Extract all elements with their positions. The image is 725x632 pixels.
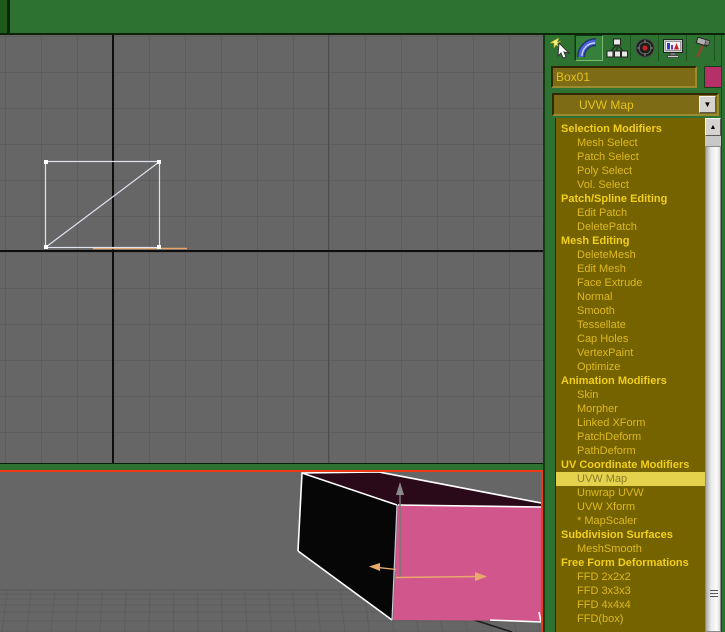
box-face-right[interactable] bbox=[393, 505, 541, 621]
modifier-item[interactable]: Tessellate bbox=[556, 318, 705, 332]
modifier-category-header[interactable]: Free Form Deformations bbox=[556, 556, 705, 570]
object-name-input[interactable] bbox=[551, 66, 697, 88]
modifier-dropdown[interactable]: UVW Map ▼ bbox=[552, 93, 719, 116]
hierarchy-icon bbox=[605, 37, 629, 59]
dropdown-arrow-button[interactable]: ▼ bbox=[699, 96, 716, 113]
modifier-item[interactable]: PatchDeform bbox=[556, 430, 705, 444]
tab-create[interactable] bbox=[547, 35, 575, 61]
tab-modify[interactable] bbox=[575, 35, 603, 61]
modifier-item[interactable]: Skin bbox=[556, 388, 705, 402]
create-icon bbox=[549, 37, 573, 59]
tab-display[interactable] bbox=[659, 35, 687, 61]
modifier-item[interactable]: Patch Select bbox=[556, 150, 705, 164]
toolbar-left-strip bbox=[0, 0, 7, 33]
utilities-icon bbox=[689, 37, 713, 59]
tab-utilities[interactable] bbox=[687, 35, 715, 61]
modifier-item[interactable]: Mesh Select bbox=[556, 136, 705, 150]
display-icon bbox=[661, 37, 685, 59]
vertex-tick bbox=[44, 245, 48, 249]
modifier-item[interactable]: Face Extrude bbox=[556, 276, 705, 290]
app-window: UVW Map ▼ Selection ModifiersMesh Select… bbox=[0, 0, 725, 632]
modifier-item[interactable]: UVW Map bbox=[556, 472, 705, 486]
modifier-item[interactable]: VertexPaint bbox=[556, 346, 705, 360]
modifier-item[interactable]: UVW Xform bbox=[556, 500, 705, 514]
modifier-category-header[interactable]: Selection Modifiers bbox=[556, 122, 705, 136]
motion-icon bbox=[633, 37, 657, 59]
modifier-item[interactable]: Cap Holes bbox=[556, 332, 705, 346]
vertex-tick bbox=[157, 160, 161, 164]
chevron-up-icon: ▲ bbox=[710, 124, 717, 131]
box-wireframe-diagonal bbox=[46, 162, 159, 247]
perspective-scene bbox=[0, 472, 541, 632]
scrollbar-up-button[interactable]: ▲ bbox=[705, 118, 721, 136]
modifier-item[interactable]: Unwrap UVW bbox=[556, 486, 705, 500]
modifier-item[interactable]: Poly Select bbox=[556, 164, 705, 178]
command-panel-tabs bbox=[547, 35, 719, 62]
object-name-row bbox=[551, 66, 725, 88]
scrollbar-thumb[interactable] bbox=[705, 146, 721, 632]
viewport-perspective-active[interactable] bbox=[0, 470, 543, 632]
modifier-category-header[interactable]: Animation Modifiers bbox=[556, 374, 705, 388]
modifier-list: Selection ModifiersMesh SelectPatch Sele… bbox=[555, 118, 705, 632]
modify-icon bbox=[577, 37, 601, 59]
modifier-item[interactable]: FFD 4x4x4 bbox=[556, 598, 705, 612]
chevron-down-icon: ▼ bbox=[704, 100, 712, 109]
toolbar-left-divider bbox=[7, 0, 10, 33]
modifier-item[interactable]: Normal bbox=[556, 290, 705, 304]
modifier-item[interactable]: Vol. Select bbox=[556, 178, 705, 192]
modifier-item[interactable]: FFD 3x3x3 bbox=[556, 584, 705, 598]
object-color-swatch[interactable] bbox=[704, 66, 722, 88]
modifier-item[interactable]: Linked XForm bbox=[556, 416, 705, 430]
modifier-item[interactable]: DeleteMesh bbox=[556, 248, 705, 262]
gizmo-x-axis[interactable] bbox=[396, 577, 478, 578]
modifier-item[interactable]: Edit Patch bbox=[556, 206, 705, 220]
tab-hierarchy[interactable] bbox=[603, 35, 631, 61]
modifier-list-scrollbar[interactable]: ▲ bbox=[705, 118, 721, 632]
vertex-tick bbox=[157, 245, 161, 249]
tab-motion[interactable] bbox=[631, 35, 659, 61]
modifier-item[interactable]: DeletePatch bbox=[556, 220, 705, 234]
modifier-item[interactable]: Edit Mesh bbox=[556, 262, 705, 276]
modifier-item[interactable]: PathDeform bbox=[556, 444, 705, 458]
scrollbar-grip-icon bbox=[710, 589, 718, 597]
panel-right-margin bbox=[721, 35, 725, 632]
modifier-item[interactable]: * MapScaler bbox=[556, 514, 705, 528]
modifier-category-header[interactable]: Mesh Editing bbox=[556, 234, 705, 248]
modifier-item[interactable]: Morpher bbox=[556, 402, 705, 416]
modifier-item[interactable]: MeshSmooth bbox=[556, 542, 705, 556]
modifier-item[interactable]: FFD 2x2x2 bbox=[556, 570, 705, 584]
top-toolbar-band bbox=[0, 0, 725, 35]
modifier-category-header[interactable]: UV Coordinate Modifiers bbox=[556, 458, 705, 472]
modifier-dropdown-value: UVW Map bbox=[579, 98, 634, 112]
viewport-orthographic[interactable] bbox=[0, 35, 543, 463]
wireframe-box-overlay bbox=[0, 35, 543, 463]
command-panel: UVW Map ▼ Selection ModifiersMesh Select… bbox=[545, 35, 725, 632]
modifier-item[interactable]: FFD(box) bbox=[556, 612, 705, 626]
modifier-category-header[interactable]: Subdivision Surfaces bbox=[556, 528, 705, 542]
vertex-tick bbox=[44, 160, 48, 164]
modifier-category-header[interactable]: Patch/Spline Editing bbox=[556, 192, 705, 206]
modifier-item[interactable]: Smooth bbox=[556, 304, 705, 318]
modifier-item[interactable]: Optimize bbox=[556, 360, 705, 374]
